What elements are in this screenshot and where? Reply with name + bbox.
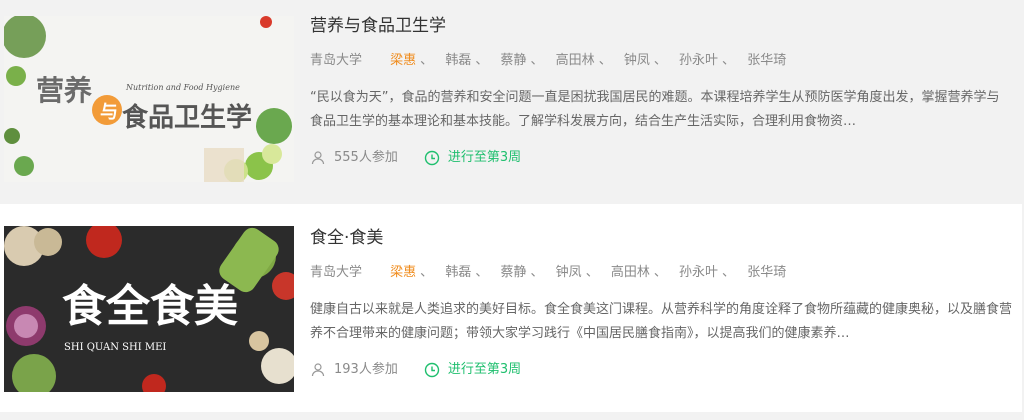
thumb-title-part1: 营养	[36, 74, 92, 107]
participant-count: 555人参加	[310, 146, 398, 170]
school-name[interactable]: 青岛大学	[310, 265, 362, 280]
clock-icon	[424, 150, 440, 166]
course-progress[interactable]: 进行至第3周	[424, 358, 521, 382]
course-description: 健康自古以来就是人类追求的美好目标。食全食美这门课程。从营养科学的角度诠释了食物…	[310, 302, 1012, 341]
teacher-name: 孙永叶	[679, 265, 719, 280]
course-info: 营养与食品卫生学 青岛大学 梁惠、 韩磊、 蔡静、 高田林、 钟凤、 孙永叶、 …	[310, 14, 1012, 170]
thumb-title: 食全食美	[62, 281, 238, 332]
teacher-name: 梁惠	[390, 53, 417, 68]
teacher-name: 高田林	[555, 53, 595, 68]
teacher-name: 孙永叶	[679, 53, 719, 68]
course-meta: 青岛大学 梁惠、 韩磊、 蔡静、 高田林、 钟凤、 孙永叶、 张华琦	[310, 53, 787, 68]
thumb-subtitle: Nutrition and Food Hygiene	[125, 83, 240, 92]
participant-count-text: 193人参加	[334, 362, 398, 377]
course-footer: 555人参加 进行至第3周	[310, 146, 1012, 170]
course-title[interactable]: 食全·食美	[310, 226, 1012, 250]
course-progress-text: 进行至第3周	[447, 150, 522, 165]
user-icon	[310, 362, 326, 378]
course-card[interactable]: 食全食美 SHI QUAN SHI MEI 食全·食美 青岛大学 梁惠、 韩磊、…	[0, 204, 1022, 412]
course-card[interactable]: 营养 与 食品卫生学 Nutrition and Food Hygiene 营养…	[0, 0, 1022, 198]
teacher-name: 蔡静	[500, 265, 527, 280]
teacher-name: 蔡静	[500, 53, 527, 68]
thumb-title-part2: 食品卫生学	[122, 102, 252, 133]
teacher-name: 钟凤	[623, 53, 650, 68]
course-thumbnail[interactable]: 食全食美 SHI QUAN SHI MEI	[4, 226, 294, 392]
course-description: “民以食为天”，食品的营养和安全问题一直是困扰我国居民的难题。本课程培养学生从预…	[310, 90, 1000, 129]
teacher-name: 韩磊	[445, 265, 472, 280]
teacher-name: 钟凤	[555, 265, 582, 280]
course-progress-text: 进行至第3周	[447, 362, 522, 377]
thumb-subtitle: SHI QUAN SHI MEI	[64, 342, 166, 353]
course-footer: 193人参加 进行至第3周	[310, 358, 1012, 382]
school-name[interactable]: 青岛大学	[310, 53, 362, 68]
participant-count-text: 555人参加	[334, 150, 398, 165]
clock-icon	[424, 362, 440, 378]
course-title[interactable]: 营养与食品卫生学	[310, 14, 1012, 38]
thumb-title-connector: 与	[100, 102, 118, 123]
teacher-name: 张华琦	[747, 53, 787, 68]
user-icon	[310, 150, 326, 166]
teacher-name: 韩磊	[445, 53, 472, 68]
course-thumbnail[interactable]: 营养 与 食品卫生学 Nutrition and Food Hygiene	[4, 16, 294, 182]
course-progress[interactable]: 进行至第3周	[424, 146, 521, 170]
participant-count: 193人参加	[310, 358, 398, 382]
teacher-name: 高田林	[610, 265, 650, 280]
course-meta: 青岛大学 梁惠、 韩磊、 蔡静、 钟凤、 高田林、 孙永叶、 张华琦	[310, 265, 787, 280]
teacher-name: 张华琦	[747, 265, 787, 280]
teacher-name: 梁惠	[390, 265, 417, 280]
course-info: 食全·食美 青岛大学 梁惠、 韩磊、 蔡静、 钟凤、 高田林、 孙永叶、 张华琦…	[310, 226, 1012, 382]
